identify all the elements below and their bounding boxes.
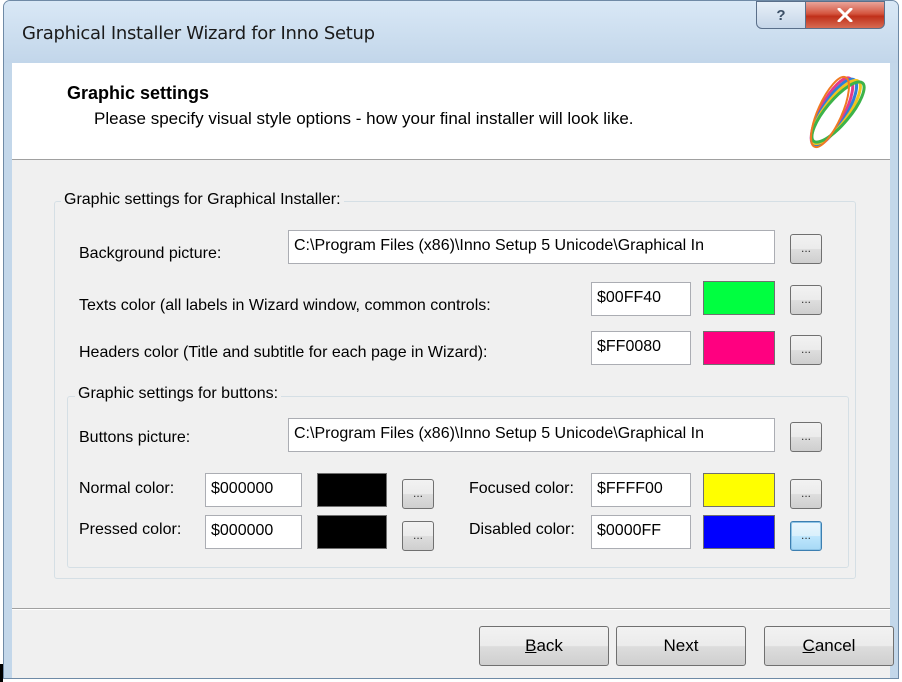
window-title: Graphical Installer Wizard for Inno Setu…: [22, 23, 375, 44]
close-icon: [837, 8, 853, 22]
colorful-rings-logo-icon: [809, 75, 866, 149]
focused-color-swatch: [703, 473, 775, 507]
cancel-accelerator: C: [802, 636, 815, 655]
installer-settings-group-title: Graphic settings for Graphical Installer…: [61, 191, 344, 209]
texts-color-browse-button[interactable]: ...: [790, 285, 822, 315]
background-picture-label: Background picture:: [79, 245, 222, 262]
texts-color-label: Texts color (all labels in Wizard window…: [79, 297, 491, 314]
next-button[interactable]: Next: [616, 626, 746, 666]
headers-color-field[interactable]: $FF0080: [591, 331, 691, 365]
buttons-picture-label: Buttons picture:: [79, 429, 191, 446]
normal-color-browse-button[interactable]: ...: [402, 479, 434, 509]
buttons-picture-browse-button[interactable]: ...: [790, 422, 822, 452]
focused-color-browse-button[interactable]: ...: [790, 479, 822, 509]
normal-color-swatch: [317, 473, 387, 507]
title-bar[interactable]: Graphical Installer Wizard for Inno Setu…: [4, 1, 898, 63]
help-button[interactable]: ?: [756, 1, 806, 29]
text-cursor: [0, 664, 3, 682]
focused-color-field[interactable]: $FFFF00: [591, 473, 691, 507]
back-accelerator: B: [525, 636, 537, 655]
wizard-header: Graphic settings Please specify visual s…: [12, 63, 890, 160]
pressed-color-swatch: [317, 515, 387, 549]
headers-color-browse-button[interactable]: ...: [790, 335, 822, 365]
buttons-settings-group-title: Graphic settings for buttons:: [75, 385, 282, 403]
pressed-color-field[interactable]: $000000: [205, 515, 302, 549]
headers-color-swatch: [703, 331, 775, 365]
cancel-button[interactable]: Cancel: [764, 626, 894, 666]
headers-color-label: Headers color (Title and subtitle for ea…: [79, 344, 488, 361]
focused-color-label: Focused color:: [469, 480, 574, 497]
back-label: ack: [536, 636, 563, 655]
pressed-color-label: Pressed color:: [79, 521, 182, 538]
back-button[interactable]: Back: [479, 626, 609, 666]
page-title: Graphic settings: [67, 83, 210, 103]
texts-color-field[interactable]: $00FF40: [591, 282, 691, 316]
normal-color-label: Normal color:: [79, 480, 175, 497]
next-label: Next: [663, 636, 699, 655]
background-picture-browse-button[interactable]: ...: [790, 234, 822, 264]
wizard-window: Graphical Installer Wizard for Inno Setu…: [3, 0, 899, 679]
background-picture-field[interactable]: C:\Program Files (x86)\Inno Setup 5 Unic…: [288, 230, 775, 264]
footer-separator: [12, 608, 890, 610]
disabled-color-label: Disabled color:: [469, 521, 575, 538]
texts-color-swatch: [703, 281, 775, 315]
help-icon: ?: [776, 6, 786, 24]
close-button[interactable]: [805, 1, 885, 29]
normal-color-field[interactable]: $000000: [205, 473, 302, 507]
disabled-color-field[interactable]: $0000FF: [591, 515, 691, 549]
page-subtitle: Please specify visual style options - ho…: [94, 109, 634, 128]
disabled-color-browse-button[interactable]: ...: [790, 521, 822, 551]
pressed-color-browse-button[interactable]: ...: [402, 521, 434, 551]
wizard-client-area: Graphic settings Please specify visual s…: [12, 63, 894, 678]
buttons-picture-field[interactable]: C:\Program Files (x86)\Inno Setup 5 Unic…: [288, 418, 775, 452]
disabled-color-swatch: [703, 515, 775, 549]
cancel-label: ancel: [814, 636, 856, 655]
